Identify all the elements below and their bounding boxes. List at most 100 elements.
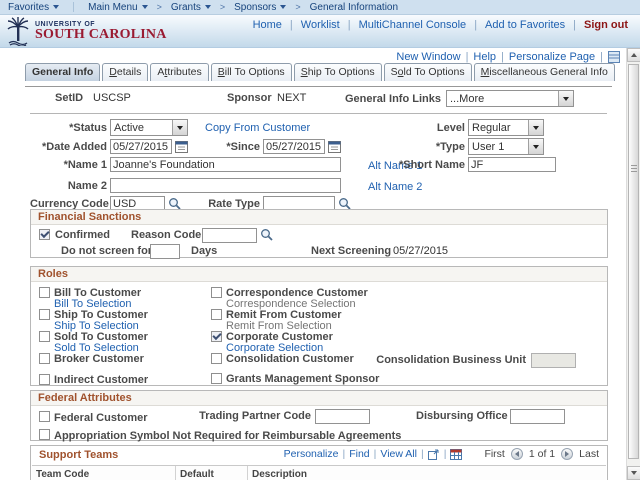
- chevron-down-icon: [204, 5, 211, 9]
- support-teams-grid-header: Team Code Default Description: [32, 465, 606, 480]
- appropriation-symbol-checkbox[interactable]: [39, 429, 50, 440]
- pager-previous-button[interactable]: [510, 448, 523, 460]
- ship-to-customer-checkbox[interactable]: [39, 309, 50, 320]
- next-screening-value: 05/27/2015: [393, 245, 449, 257]
- view-all-link[interactable]: View All: [380, 448, 417, 460]
- corporate-customer-checkbox[interactable]: [211, 331, 222, 342]
- trading-partner-code-label: Trading Partner Code: [199, 410, 311, 422]
- home-link[interactable]: Home: [253, 19, 282, 31]
- indirect-customer-checkbox[interactable]: [39, 374, 50, 385]
- page-tabs: General Info Details Attributes Bill To …: [25, 63, 617, 81]
- dropdown-button[interactable]: [558, 91, 573, 106]
- scroll-up-button[interactable]: [627, 48, 640, 62]
- consolidation-customer-label: Consolidation Customer: [226, 353, 354, 365]
- breadcrumb-sponsors-label: Sponsors: [234, 1, 277, 13]
- breadcrumb-grants[interactable]: Grants: [171, 2, 211, 13]
- next-screening-label: Next Screening: [311, 245, 392, 257]
- roles-groupbox: Roles Bill To Customer Bill To Selection…: [30, 266, 608, 386]
- dropdown-button[interactable]: [528, 139, 543, 154]
- sold-to-customer-checkbox[interactable]: [39, 331, 50, 342]
- breadcrumb-separator: >: [219, 2, 226, 12]
- tab-attributes[interactable]: Attributes: [150, 63, 209, 81]
- vertical-scrollbar[interactable]: [626, 48, 640, 480]
- disbursing-office-input[interactable]: [510, 409, 565, 424]
- remit-from-customer-checkbox[interactable]: [211, 309, 222, 320]
- alt-name2-link[interactable]: Alt Name 2: [368, 181, 422, 193]
- tab-general-info[interactable]: General Info: [25, 63, 101, 81]
- dropdown-arrow-icon: [533, 144, 539, 149]
- pager-first-label[interactable]: First: [484, 448, 504, 460]
- trading-partner-code-input[interactable]: [315, 409, 370, 424]
- confirmed-label: Confirmed: [55, 229, 110, 241]
- grid-download-icon[interactable]: [450, 448, 463, 460]
- reason-code-label: Reason Code: [131, 229, 202, 241]
- reason-code-lookup-icon[interactable]: [260, 228, 273, 241]
- pager-next-button[interactable]: [561, 448, 574, 460]
- masthead: UNIVERSITY OF SOUTH CAROLINA Home | Work…: [0, 15, 640, 48]
- short-name-input[interactable]: [468, 157, 556, 172]
- arrow-right-icon: [565, 451, 570, 457]
- breadcrumb-sponsors[interactable]: Sponsors: [234, 1, 287, 13]
- breadcrumb-separator: >: [295, 2, 301, 12]
- find-link[interactable]: Find: [349, 448, 369, 460]
- do-not-screen-input[interactable]: [150, 244, 180, 259]
- breadcrumb-main-menu[interactable]: Main Menu: [88, 2, 148, 13]
- personalize-link[interactable]: Personalize: [284, 448, 339, 460]
- type-select[interactable]: User 1: [468, 138, 544, 155]
- since-calendar-icon[interactable]: [328, 140, 341, 153]
- worklist-link[interactable]: Worklist: [301, 19, 340, 31]
- link-separator: |: [373, 448, 377, 460]
- short-name-label: *Short Name: [398, 159, 465, 171]
- dropdown-button[interactable]: [528, 120, 543, 135]
- tab-bill-to-options[interactable]: Bill To Options: [210, 63, 292, 81]
- peoplesoft-window: Favorites Main Menu > Grants > Sponsors …: [0, 0, 640, 480]
- scrollbar-grip-icon: [631, 165, 637, 166]
- link-separator: |: [289, 19, 293, 31]
- popup-window-icon[interactable]: [427, 449, 440, 460]
- confirmed-checkbox[interactable]: [39, 229, 50, 240]
- page-action-bar: New Window | Help | Personalize Page |: [391, 51, 620, 63]
- consolidation-customer-checkbox[interactable]: [211, 353, 222, 364]
- tab-miscellaneous-general-info[interactable]: Miscellaneous General Info: [473, 63, 615, 81]
- tab-details[interactable]: Details: [102, 63, 149, 81]
- reason-code-input[interactable]: [202, 228, 257, 243]
- add-to-favorites-link[interactable]: Add to Favorites: [485, 19, 565, 31]
- since-input[interactable]: [263, 139, 325, 154]
- copy-from-customer-link[interactable]: Copy From Customer: [205, 122, 310, 134]
- grants-management-sponsor-checkbox[interactable]: [211, 373, 222, 384]
- link-separator: |: [573, 19, 576, 31]
- support-teams-groupbox: Support Teams Personalize | Find | View …: [30, 445, 608, 480]
- correspondence-customer-checkbox[interactable]: [211, 287, 222, 298]
- name2-input[interactable]: [110, 178, 341, 193]
- arrow-left-icon: [514, 451, 519, 457]
- breadcrumb-grants-label: Grants: [170, 1, 201, 13]
- level-select[interactable]: Regular: [468, 119, 544, 136]
- general-info-links-select[interactable]: ...More: [446, 90, 574, 107]
- multichannel-console-link[interactable]: MultiChannel Console: [359, 19, 467, 31]
- date-added-input[interactable]: [110, 139, 172, 154]
- since-label: *Since: [226, 141, 260, 153]
- scrollbar-thumb[interactable]: [628, 64, 639, 459]
- sign-out-link[interactable]: Sign out: [584, 19, 628, 31]
- broker-customer-checkbox[interactable]: [39, 353, 50, 364]
- tab-ship-to-options[interactable]: Ship To Options: [293, 63, 382, 81]
- tab-sold-to-options[interactable]: Sold To Options: [383, 63, 472, 81]
- logo-south-carolina: SOUTH CAROLINA: [35, 26, 167, 42]
- portal-links: Home | Worklist | MultiChannel Console |…: [245, 19, 628, 31]
- dropdown-button[interactable]: [172, 120, 187, 135]
- scroll-down-button[interactable]: [627, 466, 640, 480]
- personalize-page-link[interactable]: Personalize Page: [509, 51, 595, 63]
- breadcrumb-favorites[interactable]: Favorites: [8, 2, 60, 13]
- federal-customer-checkbox[interactable]: [39, 411, 50, 422]
- do-not-screen-label: Do not screen for: [61, 245, 153, 257]
- bill-to-customer-checkbox[interactable]: [39, 287, 50, 298]
- name1-input[interactable]: [110, 157, 341, 172]
- status-select[interactable]: Active: [110, 119, 188, 136]
- days-label: Days: [191, 245, 218, 257]
- new-window-link[interactable]: New Window: [396, 51, 460, 63]
- help-link[interactable]: Help: [473, 51, 496, 63]
- personalize-layout-icon[interactable]: [608, 51, 620, 63]
- usc-palmetto-logo-icon: [7, 17, 29, 46]
- pager-last-label[interactable]: Last: [579, 448, 599, 460]
- federal-attributes-groupbox: Federal Attributes Federal Customer Trad…: [30, 390, 608, 442]
